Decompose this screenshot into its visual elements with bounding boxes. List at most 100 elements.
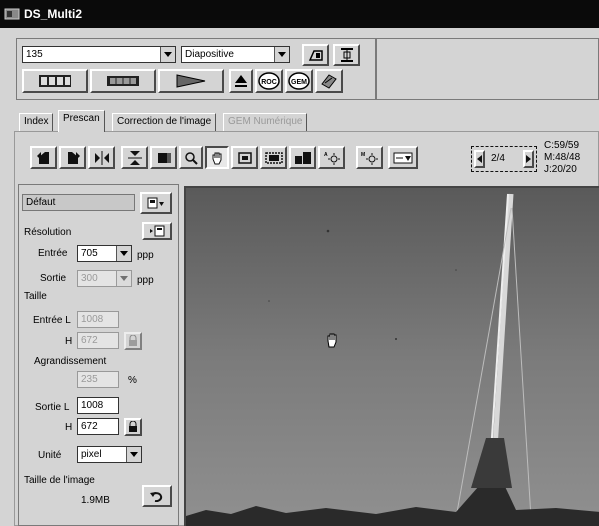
output-resolution-value: 300 [81, 273, 98, 284]
tab-prescan-label: Prescan [63, 113, 100, 124]
flip-vertical-button[interactable] [121, 146, 148, 169]
image-size-value: 1.9MB [81, 495, 110, 506]
image-size-label: Taille de l'image [24, 475, 95, 486]
crop-button[interactable] [231, 146, 258, 169]
preferences-button[interactable] [315, 69, 343, 93]
prescan-button[interactable] [90, 69, 156, 93]
frame-settings-button[interactable] [333, 44, 360, 66]
film-type-value: Diapositive [185, 49, 234, 60]
gem-icon: GEM [288, 72, 310, 90]
tab-index-label: Index [24, 116, 49, 127]
input-height-label: H [65, 336, 73, 347]
frame-icon [340, 48, 353, 62]
output-width-field[interactable]: 1008 [77, 397, 119, 414]
chevron-down-icon [274, 47, 289, 62]
auto-exposure-button[interactable]: A [318, 146, 345, 169]
counter-c: C:59/59 [544, 140, 580, 151]
preset-menu-button[interactable] [140, 192, 172, 214]
rotate-left-icon [36, 151, 49, 164]
gem-button[interactable]: GEM [285, 69, 313, 93]
hand-tool-button[interactable] [205, 146, 229, 169]
roc-button[interactable]: ROC [255, 69, 283, 93]
flip-horizontal-icon [94, 150, 109, 165]
blank-controls-box [376, 38, 599, 100]
input-resolution-label: Entrée [38, 248, 68, 259]
tab-digital-gem-label: GEM Numérique [228, 116, 303, 127]
pixel-polish-button[interactable] [388, 146, 418, 169]
prescan-preview[interactable] [184, 186, 599, 526]
chevron-down-icon [116, 271, 131, 286]
index-scan-button[interactable] [22, 69, 88, 93]
chevron-down-icon [126, 447, 141, 462]
output-resolution-select: 300 [77, 270, 132, 287]
resolution-preset-icon [150, 225, 165, 237]
preset-field[interactable]: Défaut [22, 194, 135, 211]
scan-button[interactable] [158, 69, 224, 93]
scan-icon [176, 74, 206, 88]
tab-digital-gem: GEM Numérique [223, 113, 308, 131]
flip-horizontal-button[interactable] [88, 146, 115, 169]
rotate-right-button[interactable] [59, 146, 86, 169]
output-height-field[interactable]: 672 [77, 418, 119, 435]
chevron-down-icon [160, 47, 175, 62]
tab-image-correction[interactable]: Correction de l'image [112, 113, 217, 131]
output-resolution-unit: ppp [137, 275, 154, 286]
previous-frame-button[interactable] [474, 150, 485, 168]
preview-image [186, 188, 599, 526]
chevron-down-icon [116, 246, 131, 261]
preset-menu-icon [147, 197, 164, 209]
full-screen-icon [157, 152, 171, 163]
eject-icon [235, 75, 247, 87]
input-height-value: 672 [81, 335, 98, 346]
roc-label: ROC [261, 79, 277, 86]
rotate-right-icon [67, 151, 80, 164]
manual-exposure-button[interactable]: M [356, 146, 383, 169]
counter-j: J:20/20 [544, 164, 577, 175]
output-lock-button[interactable] [124, 418, 142, 436]
zoom-button[interactable] [179, 146, 203, 169]
auto-exposure-icon: A [324, 152, 340, 165]
input-lock-button [124, 332, 142, 350]
auto-crop-icon [264, 151, 283, 164]
input-width-field: 1008 [77, 311, 119, 328]
settings-icon [321, 74, 337, 89]
manual-exposure-icon: M [361, 152, 378, 165]
pixel-polish-icon [393, 152, 413, 163]
reset-button[interactable] [142, 485, 172, 507]
resolution-label: Résolution [24, 227, 72, 238]
film-format-select[interactable]: 135 [22, 46, 176, 63]
output-width-label: Sortie L [35, 402, 70, 413]
lock-icon [129, 335, 137, 346]
input-width-value: 1008 [81, 314, 104, 325]
film-type-select[interactable]: Diapositive [181, 46, 290, 63]
arrow-right-icon [526, 155, 531, 163]
film-holder-icon [308, 50, 323, 61]
next-frame-button[interactable] [523, 150, 534, 168]
enlargement-value: 235 [81, 374, 98, 385]
film-holder-button[interactable] [302, 44, 329, 66]
output-resolution-label: Sortie [40, 273, 67, 284]
resolution-preset-button[interactable] [142, 222, 172, 240]
svg-text:A: A [324, 152, 328, 158]
eject-button[interactable] [229, 69, 253, 93]
full-screen-button[interactable] [150, 146, 177, 169]
title-bar[interactable]: DS_Multi2 [0, 0, 599, 28]
input-resolution-select[interactable]: 705 [77, 245, 132, 262]
gem-label: GEM [291, 79, 307, 86]
rotate-left-button[interactable] [30, 146, 57, 169]
tab-index[interactable]: Index [19, 113, 54, 131]
unit-value: pixel [81, 449, 102, 460]
input-width-label: Entrée L [33, 315, 71, 326]
window-title: DS_Multi2 [24, 7, 83, 21]
auto-crop-button[interactable] [260, 146, 287, 169]
scan-crop-button[interactable] [289, 146, 316, 169]
enlargement-field: 235 [77, 371, 119, 388]
tab-prescan[interactable]: Prescan [58, 110, 105, 132]
tab-image-correction-label: Correction de l'image [117, 116, 212, 127]
input-resolution-value: 705 [81, 248, 98, 259]
enlargement-label: Agrandissement [34, 356, 107, 367]
flip-vertical-icon [127, 150, 142, 165]
enlargement-unit: % [128, 375, 137, 386]
unit-select[interactable]: pixel [77, 446, 142, 463]
input-resolution-unit: ppp [137, 250, 154, 261]
